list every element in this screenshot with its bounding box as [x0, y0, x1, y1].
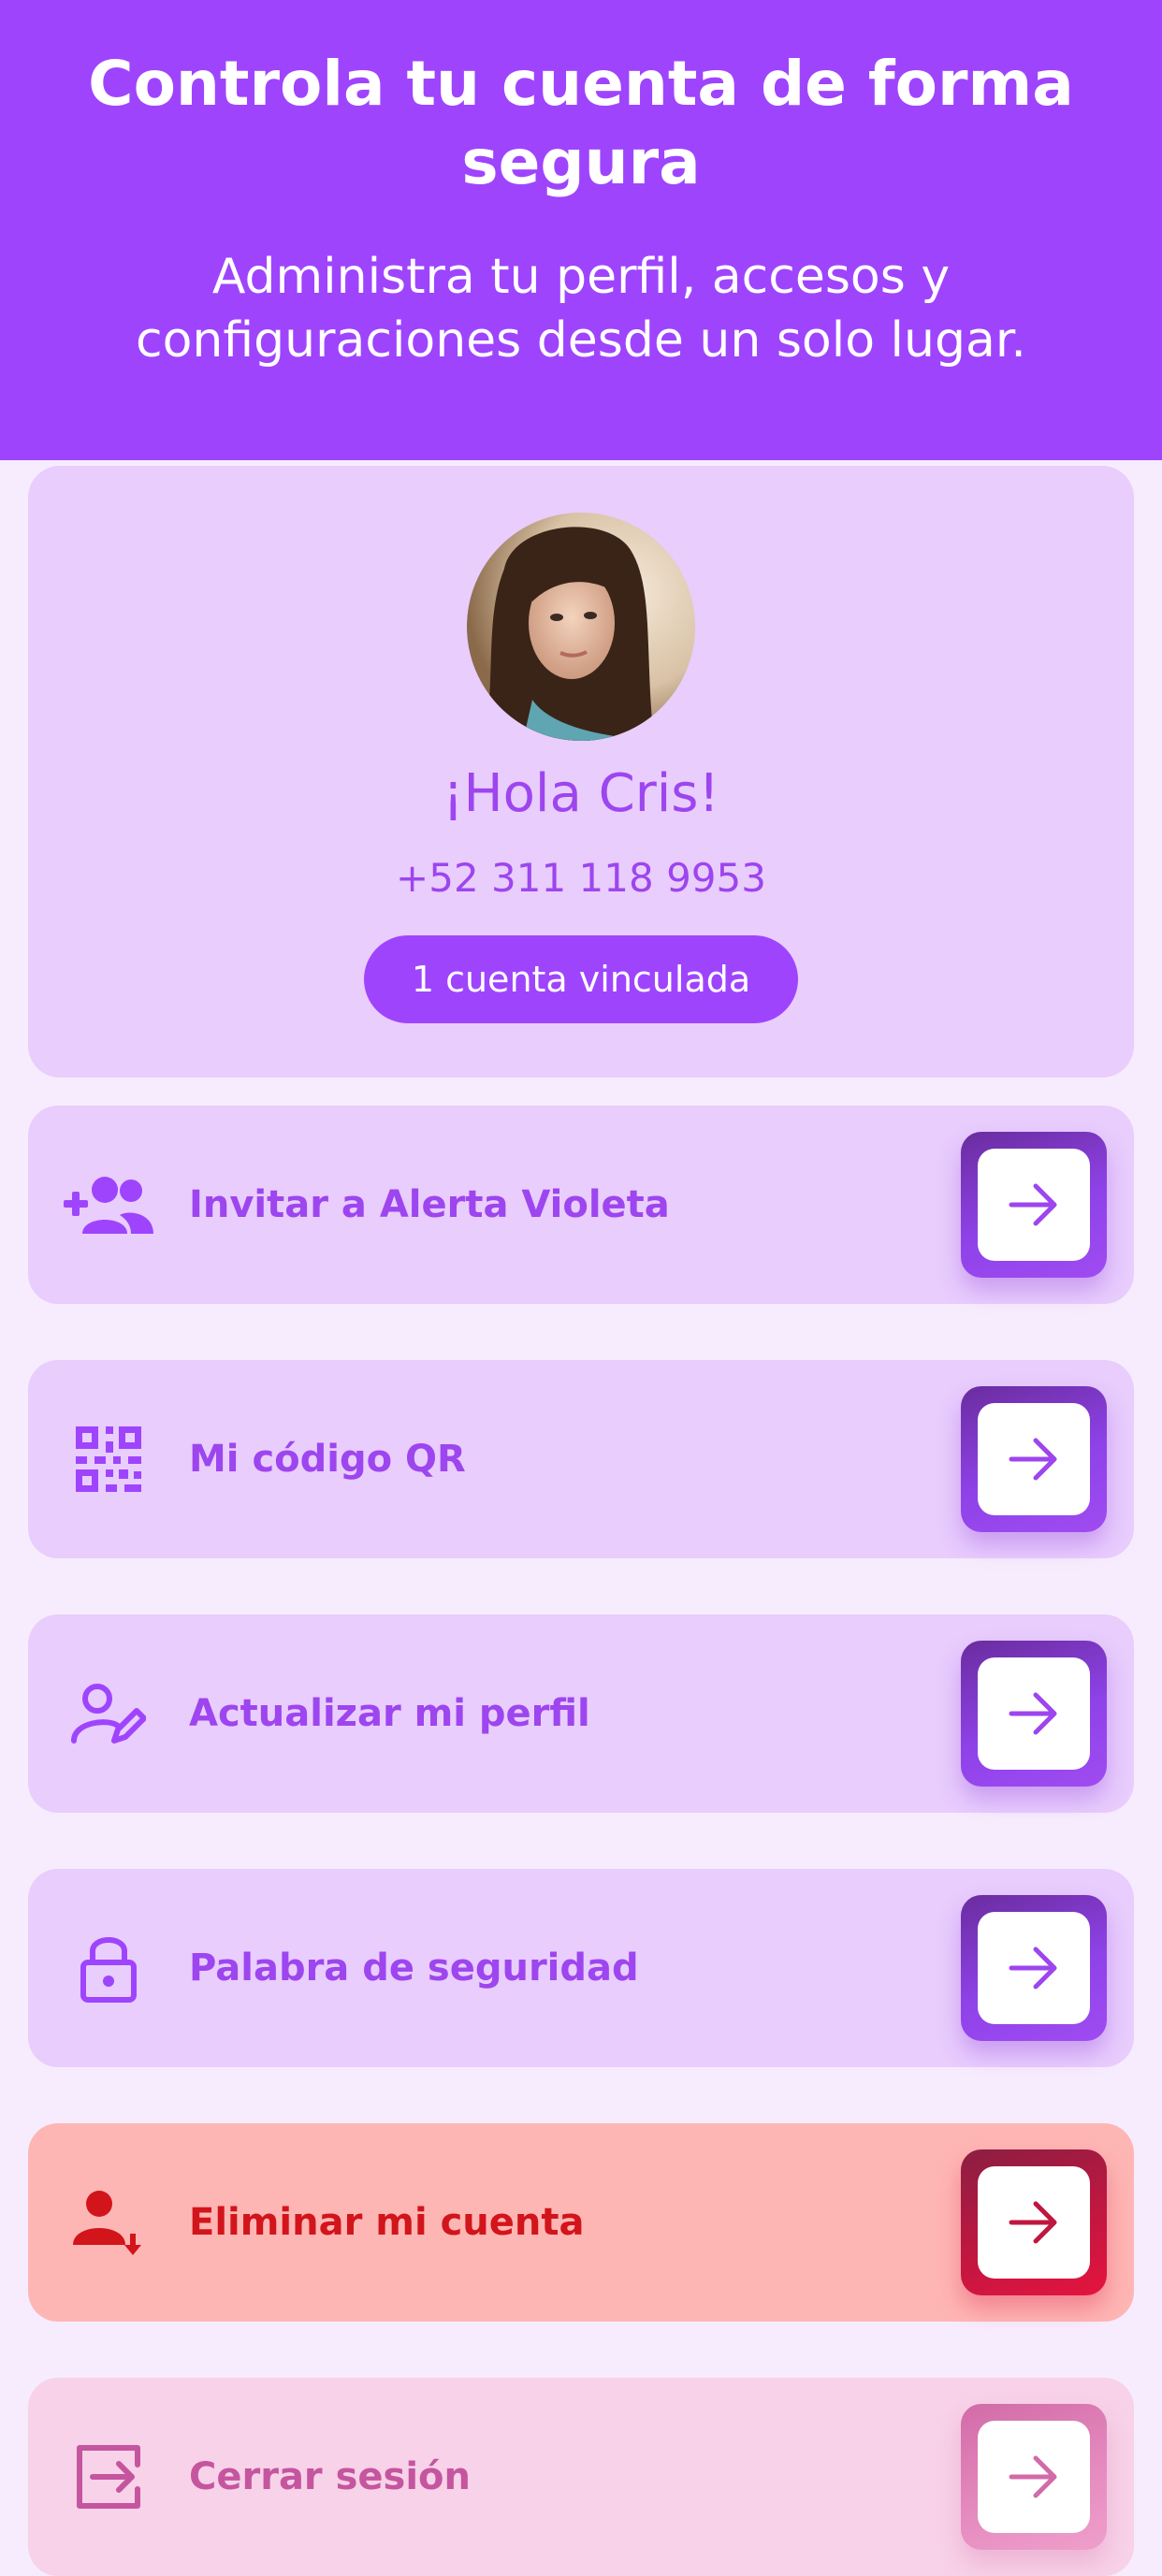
menu-item-label: Eliminar mi cuenta: [189, 2201, 585, 2244]
arrow-right-icon: [1009, 1692, 1057, 1735]
arrow-button[interactable]: [961, 1386, 1107, 1532]
greeting: ¡Hola Cris!: [443, 763, 719, 824]
arrow-button[interactable]: [961, 1641, 1107, 1787]
arrow-right-icon: [1009, 1946, 1057, 1990]
arrow-button[interactable]: [961, 1132, 1107, 1278]
arrow-button[interactable]: [961, 2149, 1107, 2295]
menu-item-label: Mi código QR: [189, 1438, 466, 1481]
arrow-button[interactable]: [961, 2404, 1107, 2550]
linked-accounts-badge[interactable]: 1 cuenta vinculada: [364, 935, 798, 1023]
lock-icon: [62, 1921, 155, 2015]
menu-item-invite[interactable]: Invitar a Alerta Violeta: [28, 1106, 1134, 1304]
qr-code-icon: [62, 1412, 155, 1506]
arrow-right-icon: [1009, 1183, 1057, 1226]
logout-icon: [62, 2430, 155, 2524]
page-header: Controla tu cuenta de forma segura Admin…: [0, 0, 1162, 460]
profile-card: ¡Hola Cris! +52 311 118 9953 1 cuenta vi…: [28, 466, 1134, 1078]
menu-item-delete-account[interactable]: Eliminar mi cuenta: [28, 2123, 1134, 2322]
menu-item-label: Invitar a Alerta Violeta: [189, 1183, 670, 1226]
arrow-right-icon: [1009, 2201, 1057, 2244]
menu-item-label: Cerrar sesión: [189, 2455, 471, 2498]
arrow-button[interactable]: [961, 1895, 1107, 2041]
page-subtitle: Administra tu perfil, accesos y configur…: [136, 249, 1026, 369]
menu-item-security-word[interactable]: Palabra de seguridad: [28, 1869, 1134, 2067]
menu-item-label: Palabra de seguridad: [189, 1946, 639, 1990]
user-edit-icon: [62, 1667, 155, 1760]
user-remove-icon: [62, 2176, 155, 2269]
menu-item-label: Actualizar mi perfil: [189, 1692, 590, 1735]
page-title: Controla tu cuenta de forma segura: [88, 48, 1074, 198]
add-users-icon: [62, 1158, 155, 1252]
phone-number: +52 311 118 9953: [396, 855, 766, 901]
arrow-right-icon: [1009, 2455, 1057, 2498]
arrow-right-icon: [1009, 1438, 1057, 1481]
avatar[interactable]: [467, 513, 695, 741]
menu-item-qr-code[interactable]: Mi código QR: [28, 1360, 1134, 1558]
menu-item-logout[interactable]: Cerrar sesión: [28, 2378, 1134, 2576]
menu-item-update-profile[interactable]: Actualizar mi perfil: [28, 1614, 1134, 1813]
